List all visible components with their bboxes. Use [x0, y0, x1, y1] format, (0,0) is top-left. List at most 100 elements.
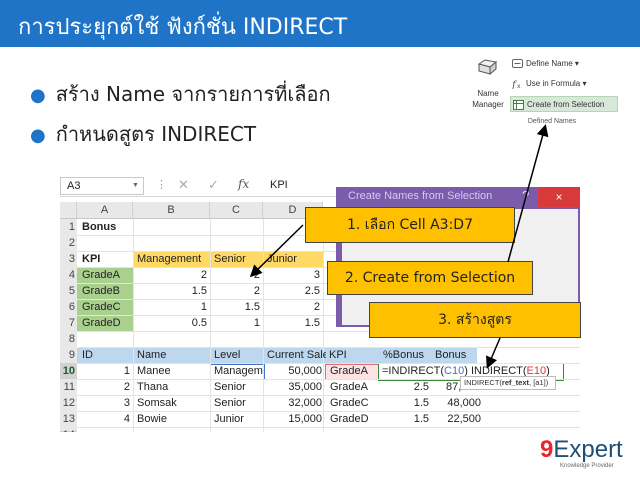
cell-b7[interactable]: 0.5	[133, 315, 210, 332]
cell-c12[interactable]: Senior	[211, 395, 249, 412]
cell-e10[interactable]: GradeA	[327, 363, 371, 380]
use-in-formula-button[interactable]: fx Use in Formula ▾	[510, 76, 600, 92]
row-header[interactable]: 2	[60, 235, 77, 252]
row-header[interactable]: 3	[60, 251, 77, 268]
row-header[interactable]: 13	[60, 411, 77, 428]
define-name-button[interactable]: Define Name ▾	[510, 56, 600, 72]
cell-a1[interactable]: Bonus	[79, 219, 119, 236]
cell-d13[interactable]: 15,000	[263, 411, 325, 428]
bullet-dot-icon: ●	[30, 125, 46, 146]
row-header-selected[interactable]: 10	[60, 363, 77, 380]
formula-icon: fx	[512, 80, 521, 89]
row-header[interactable]: 7	[60, 315, 77, 332]
name-manager-label-2: Manager	[472, 100, 504, 109]
cell-a4[interactable]: GradeA	[79, 267, 123, 284]
dialog-title: Create Names from Selection	[348, 190, 493, 202]
cell-b9[interactable]: Name	[134, 347, 169, 364]
row-header[interactable]: 12	[60, 395, 77, 412]
row-header[interactable]: 14	[60, 427, 77, 432]
cell-a9[interactable]: ID	[79, 347, 96, 364]
cell-b10[interactable]: Manee	[134, 363, 174, 380]
cell-g12[interactable]: 48,000	[432, 395, 484, 412]
cell-d4[interactable]: 3	[263, 267, 323, 284]
cell-d12[interactable]: 32,000	[263, 395, 325, 412]
cell-a10[interactable]: 1	[77, 363, 133, 380]
cell-a13[interactable]: 4	[77, 411, 133, 428]
cell-d3[interactable]: Junior	[264, 251, 300, 268]
row-header[interactable]: 11	[60, 379, 77, 396]
cell-d7[interactable]: 1.5	[263, 315, 323, 332]
title-bar: การประยุกต์ใช้ ฟังก์ชั่น INDIRECT	[0, 0, 640, 47]
close-icon[interactable]: ×	[538, 187, 580, 207]
cell-f13[interactable]: 1.5	[380, 411, 432, 428]
cell-f11[interactable]: 2.5	[380, 379, 432, 396]
cell-e12[interactable]: GradeC	[327, 395, 372, 412]
cell-a7[interactable]: GradeD	[79, 315, 124, 332]
cell-c3[interactable]: Senior	[211, 251, 249, 268]
cell-e9[interactable]: KPI	[326, 347, 350, 364]
name-manager-button[interactable]: Name Manager	[470, 88, 506, 110]
cell-f9[interactable]: %Bonus	[380, 347, 427, 364]
cell-a11[interactable]: 2	[77, 379, 133, 396]
bullet-text: กำหนดสูตร INDIRECT	[55, 122, 257, 146]
cell-c9[interactable]: Level	[211, 347, 243, 364]
row-header[interactable]: 9	[60, 347, 77, 364]
column-header-b[interactable]: B	[133, 202, 210, 219]
name-manager-icon[interactable]	[476, 58, 498, 76]
cell-c7[interactable]: 1	[210, 315, 263, 332]
cell-a5[interactable]: GradeB	[79, 283, 123, 300]
row-header[interactable]: 5	[60, 283, 77, 300]
function-icon[interactable]: fx	[238, 177, 249, 191]
select-all-corner[interactable]	[60, 202, 77, 219]
slide-title: การประยุกต์ใช้ ฟังก์ชั่น INDIRECT	[18, 15, 348, 40]
cell-d10[interactable]: 50,000	[263, 363, 325, 380]
cell-c11[interactable]: Senior	[211, 379, 249, 396]
cell-b13[interactable]: Bowie	[134, 411, 170, 428]
cell-e13[interactable]: GradeD	[327, 411, 372, 428]
cell-c6[interactable]: 1.5	[210, 299, 263, 316]
row-header[interactable]: 8	[60, 331, 77, 348]
cell-b3[interactable]: Management	[134, 251, 204, 268]
formula-input[interactable]: KPI	[270, 179, 288, 191]
tooltip-arg: ref_text	[501, 378, 530, 387]
cancel-icon[interactable]: ✕	[178, 177, 189, 193]
function-tooltip: INDIRECT(ref_text, [a1])	[460, 376, 556, 390]
column-header-c[interactable]: C	[210, 202, 263, 219]
cell-d5[interactable]: 2.5	[263, 283, 323, 300]
cell-g9[interactable]: Bonus	[432, 347, 469, 364]
cell-c10[interactable]: Managem	[211, 363, 264, 380]
cell-c5[interactable]: 2	[210, 283, 263, 300]
chevron-down-icon[interactable]: ▼	[132, 182, 139, 189]
cell-b6[interactable]: 1	[133, 299, 210, 316]
help-icon[interactable]: ?	[522, 188, 529, 203]
cell-b11[interactable]: Thana	[134, 379, 171, 396]
cell-c4[interactable]: 2	[210, 267, 263, 284]
logo-word: Expert	[553, 436, 623, 463]
cell-a12[interactable]: 3	[77, 395, 133, 412]
row-header[interactable]: 1	[60, 219, 77, 236]
defined-names-ribbon: Name Manager Define Name ▾ fx Use in For…	[466, 54, 622, 130]
cell-a3[interactable]: KPI	[79, 251, 103, 268]
cell-f12[interactable]: 1.5	[380, 395, 432, 412]
check-icon[interactable]: ✓	[208, 177, 219, 193]
cell-b12[interactable]: Somsak	[134, 395, 180, 412]
row-header[interactable]: 6	[60, 299, 77, 316]
create-from-selection-button[interactable]: Create from Selection	[510, 96, 618, 112]
cell-d11[interactable]: 35,000	[263, 379, 325, 396]
use-in-formula-label: Use in Formula ▾	[526, 79, 587, 88]
cell-b4[interactable]: 2	[133, 267, 210, 284]
row-header[interactable]: 4	[60, 267, 77, 284]
column-header-a[interactable]: A	[77, 202, 133, 219]
tooltip-fn: INDIRECT(	[464, 378, 502, 387]
grid-icon	[513, 100, 524, 110]
cell-d9[interactable]: Current Sale	[264, 347, 326, 364]
cell-c13[interactable]: Junior	[211, 411, 247, 428]
callout-step-3: 3. สร้างสูตร	[369, 302, 581, 338]
cell-e11[interactable]: GradeA	[327, 379, 371, 396]
cell-g13[interactable]: 22,500	[432, 411, 484, 428]
callout-step-1: 1. เลือก Cell A3:D7	[305, 207, 515, 243]
bullet-item: ● กำหนดสูตร INDIRECT	[30, 118, 256, 150]
cell-d6[interactable]: 2	[263, 299, 323, 316]
cell-a6[interactable]: GradeC	[79, 299, 124, 316]
cell-b5[interactable]: 1.5	[133, 283, 210, 300]
